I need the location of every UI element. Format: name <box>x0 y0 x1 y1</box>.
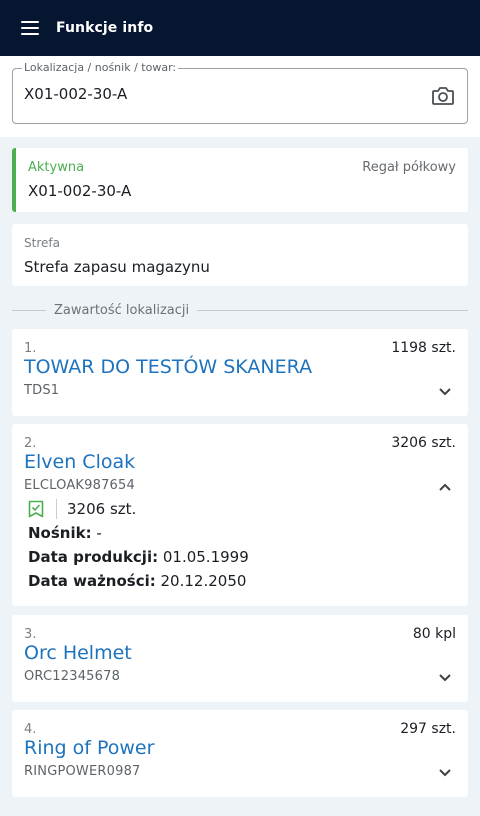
item-quantity: 1198 szt. <box>391 340 456 356</box>
item-quantity: 80 kpl <box>412 626 456 642</box>
contents-title: Zawartość lokalizacji <box>54 302 190 318</box>
chevron-up-icon[interactable] <box>438 482 452 492</box>
item-name[interactable]: Elven Cloak <box>24 451 135 473</box>
chevron-down-icon[interactable] <box>438 387 452 397</box>
item-code: RINGPOWER0987 <box>24 764 141 779</box>
zone-label: Strefa <box>24 236 60 250</box>
item-code: ELCLOAK987654 <box>24 478 135 493</box>
item-code: ORC12345678 <box>24 669 121 684</box>
list-item[interactable]: 3. 80 kpl Orc Helmet ORC12345678 <box>12 615 468 702</box>
zone-card: Strefa Strefa zapasu magazynu <box>12 224 468 286</box>
location-search-field: Lokalizacja / nośnik / towar: <box>12 61 468 124</box>
detail-expiry-date: Data ważności: 20.12.2050 <box>28 572 247 590</box>
contents-divider: Zawartość lokalizacji <box>12 300 468 320</box>
chevron-down-icon[interactable] <box>438 768 452 778</box>
location-type: Regał półkowy <box>362 160 456 175</box>
item-quantity: 3206 szt. <box>391 435 456 451</box>
hamburger-icon[interactable] <box>21 21 39 35</box>
search-input[interactable] <box>24 85 404 103</box>
list-item[interactable]: 4. 297 szt. Ring of Power RINGPOWER0987 <box>12 710 468 797</box>
search-label: Lokalizacja / nośnik / towar: <box>22 61 179 74</box>
chevron-down-icon[interactable] <box>438 673 452 683</box>
search-section: Lokalizacja / nośnik / towar: <box>0 56 480 137</box>
item-name[interactable]: Ring of Power <box>24 737 154 759</box>
list-item[interactable]: 2. 3206 szt. Elven Cloak ELCLOAK987654 3… <box>12 424 468 606</box>
item-number: 4. <box>24 722 37 737</box>
item-code: TDS1 <box>24 383 60 398</box>
stock-check-icon <box>28 500 44 518</box>
item-number: 2. <box>24 436 37 451</box>
item-name[interactable]: Orc Helmet <box>24 642 132 664</box>
item-number: 1. <box>24 341 37 356</box>
item-quantity: 297 szt. <box>400 721 456 737</box>
detail-carrier: Nośnik: - <box>28 524 102 542</box>
page-title: Funkcje info <box>56 20 154 36</box>
app-bar: Funkcje info <box>0 0 480 56</box>
item-name[interactable]: TOWAR DO TESTÓW SKANERA <box>24 356 312 378</box>
camera-icon[interactable] <box>431 85 455 107</box>
detail-quantity: 3206 szt. <box>67 500 137 518</box>
item-number: 3. <box>24 627 37 642</box>
status-badge: Aktywna <box>28 160 85 175</box>
location-card: Aktywna Regał półkowy X01-002-30-A <box>12 148 468 212</box>
location-code: X01-002-30-A <box>28 182 132 200</box>
zone-value: Strefa zapasu magazynu <box>24 258 210 276</box>
list-item[interactable]: 1. 1198 szt. TOWAR DO TESTÓW SKANERA TDS… <box>12 329 468 416</box>
detail-production-date: Data produkcji: 01.05.1999 <box>28 548 249 566</box>
item-details: 3206 szt. Nośnik: - Data produkcji: 01.0… <box>28 499 448 590</box>
